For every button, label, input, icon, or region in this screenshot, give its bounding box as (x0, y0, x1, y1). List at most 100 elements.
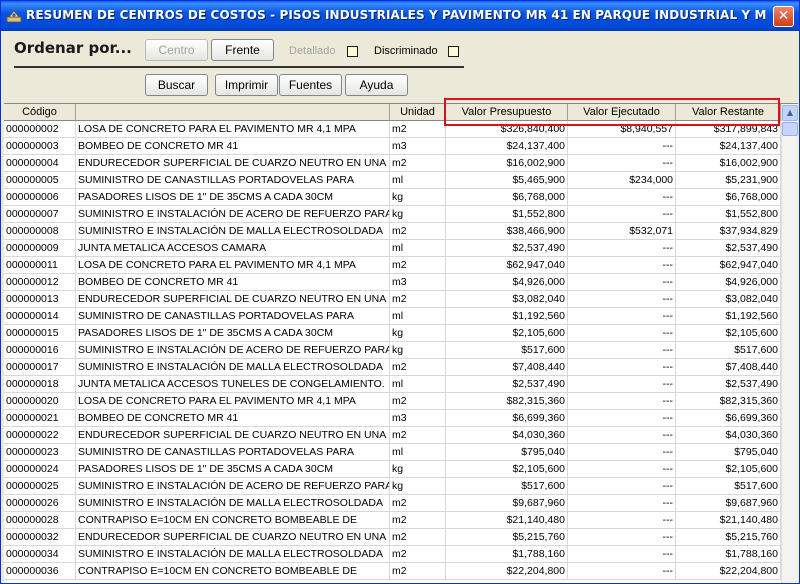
table-row[interactable]: 000000004 ENDURECEDOR SUPERFICIAL DE CUAR… (4, 155, 781, 172)
cell-valor-restante: $2,105,600 (676, 461, 781, 478)
cell-unidad: ml (390, 308, 446, 325)
table-row[interactable]: 000000006 PASADORES LISOS DE 1" DE 35CMS … (4, 189, 781, 206)
table-row[interactable]: 000000021 BOMBEO DE CONCRETO MR 41 m3 $6,69… (4, 410, 781, 427)
cell-valor-ejecutado: --- (568, 342, 676, 359)
cell-descripcion: ENDURECEDOR SUPERFICIAL DE CUARZO NEUTRO… (76, 427, 390, 444)
cell-valor-ejecutado: --- (568, 512, 676, 529)
cell-valor-restante: $62,947,040 (676, 257, 781, 274)
cell-codigo: 000000015 (4, 325, 76, 342)
table-row[interactable]: 000000003 BOMBEO DE CONCRETO MR 41 m3 $24,1… (4, 138, 781, 155)
imprimir-button[interactable]: Imprimir (215, 74, 278, 96)
table-row[interactable]: 000000013 ENDURECEDOR SUPERFICIAL DE CUAR… (4, 291, 781, 308)
cell-unidad: m2 (390, 155, 446, 172)
cell-unidad: ml (390, 240, 446, 257)
discriminado-label: Discriminado (374, 45, 438, 57)
cell-descripcion: SUMINISTRO E INSTALACIÓN DE MALLA ELECTR… (76, 546, 390, 563)
table-row[interactable]: 000000018 JUNTA METALICA ACCESOS TUNELES … (4, 376, 781, 393)
cell-valor-restante: $22,204,800 (676, 563, 781, 580)
cell-valor-presupuesto: $2,537,490 (446, 376, 568, 393)
table-row[interactable]: 000000015 PASADORES LISOS DE 1" DE 35CMS … (4, 325, 781, 342)
cell-descripcion: SUMINISTRO E INSTALACIÓN DE MALLA ELECTR… (76, 495, 390, 512)
cell-valor-presupuesto: $21,140,480 (446, 512, 568, 529)
cell-valor-presupuesto: $24,137,400 (446, 138, 568, 155)
cell-codigo: 000000032 (4, 529, 76, 546)
cell-codigo: 000000024 (4, 461, 76, 478)
cell-codigo: 000000025 (4, 478, 76, 495)
table-row[interactable]: 000000024 PASADORES LISOS DE 1" DE 35CMS … (4, 461, 781, 478)
table-row[interactable]: 000000036 CONTRAPISO E=10CM EN CONCRETO B… (4, 563, 781, 580)
cell-valor-ejecutado: --- (568, 138, 676, 155)
cell-valor-presupuesto: $7,408,440 (446, 359, 568, 376)
cell-valor-presupuesto: $9,687,960 (446, 495, 568, 512)
centro-button[interactable]: Centro (145, 39, 208, 61)
table-row[interactable]: 000000034 SUMINISTRO E INSTALACIÓN DE MAL… (4, 546, 781, 563)
table-row[interactable]: 000000014 SUMINISTRO DE CANASTILLAS PORTA… (4, 308, 781, 325)
table-row[interactable]: 000000032 ENDURECEDOR SUPERFICIAL DE CUAR… (4, 529, 781, 546)
header-descripcion[interactable] (76, 104, 390, 121)
table-row[interactable]: 000000007 SUMINISTRO E INSTALACIÓN DE ACE… (4, 206, 781, 223)
table-row[interactable]: 000000009 JUNTA METALICA ACCESOS CAMARA ml… (4, 240, 781, 257)
cell-codigo: 000000014 (4, 308, 76, 325)
scroll-thumb[interactable] (782, 122, 798, 136)
cell-unidad: ml (390, 172, 446, 189)
cell-valor-presupuesto: $62,947,040 (446, 257, 568, 274)
cell-codigo: 000000002 (4, 121, 76, 138)
table-row[interactable]: 000000025 SUMINISTRO E INSTALACIÓN DE ACE… (4, 478, 781, 495)
cell-valor-restante: $1,192,560 (676, 308, 781, 325)
cell-valor-presupuesto: $2,537,490 (446, 240, 568, 257)
table-row[interactable]: 000000011 LOSA DE CONCRETO PARA EL PAVIME… (4, 257, 781, 274)
title-bar[interactable]: RESUMEN DE CENTROS DE COSTOS - PISOS IND… (1, 1, 799, 31)
cell-valor-ejecutado: --- (568, 325, 676, 342)
cell-valor-restante: $795,040 (676, 444, 781, 461)
cell-valor-ejecutado: --- (568, 427, 676, 444)
close-button[interactable]: ✕ (773, 6, 794, 27)
cell-unidad: m2 (390, 223, 446, 240)
cell-descripcion: PASADORES LISOS DE 1" DE 35CMS A CADA 30… (76, 325, 390, 342)
scroll-up-icon[interactable]: ▲ (782, 105, 798, 121)
table-row[interactable]: 000000005 SUMINISTRO DE CANASTILLAS PORTA… (4, 172, 781, 189)
cell-codigo: 000000021 (4, 410, 76, 427)
cell-descripcion: ENDURECEDOR SUPERFICIAL DE CUARZO NEUTRO… (76, 291, 390, 308)
cell-descripcion: SUMINISTRO DE CANASTILLAS PORTADOVELAS P… (76, 172, 390, 189)
cell-descripcion: SUMINISTRO E INSTALACIÓN DE MALLA ELECTR… (76, 359, 390, 376)
table-row[interactable]: 000000028 CONTRAPISO E=10CM EN CONCRETO B… (4, 512, 781, 529)
vertical-scrollbar[interactable]: ▲ (781, 104, 798, 583)
ayuda-button[interactable]: Ayuda (345, 74, 408, 96)
buscar-button[interactable]: Buscar (145, 74, 208, 96)
header-codigo[interactable]: Código (4, 104, 76, 121)
detallado-checkbox[interactable] (347, 46, 358, 57)
table-row[interactable]: 000000023 SUMINISTRO DE CANASTILLAS PORTA… (4, 444, 781, 461)
cell-descripcion: SUMINISTRO DE CANASTILLAS PORTADOVELAS P… (76, 444, 390, 461)
cell-codigo: 000000007 (4, 206, 76, 223)
table-row[interactable]: 000000012 BOMBEO DE CONCRETO MR 41 m3 $4,92… (4, 274, 781, 291)
cell-valor-ejecutado: --- (568, 393, 676, 410)
cell-valor-presupuesto: $6,699,360 (446, 410, 568, 427)
table-row[interactable]: 000000026 SUMINISTRO E INSTALACIÓN DE MAL… (4, 495, 781, 512)
table-row[interactable]: 000000020 LOSA DE CONCRETO PARA EL PAVIME… (4, 393, 781, 410)
cell-descripcion: SUMINISTRO E INSTALACIÓN DE ACERO DE REF… (76, 206, 390, 223)
cell-valor-presupuesto: $22,204,800 (446, 563, 568, 580)
cell-descripcion: BOMBEO DE CONCRETO MR 41 (76, 410, 390, 427)
cell-unidad: kg (390, 189, 446, 206)
cell-unidad: kg (390, 461, 446, 478)
cell-valor-presupuesto: $82,315,360 (446, 393, 568, 410)
fuentes-button[interactable]: Fuentes (279, 74, 342, 96)
table-row[interactable]: 000000022 ENDURECEDOR SUPERFICIAL DE CUAR… (4, 427, 781, 444)
cell-descripcion: PASADORES LISOS DE 1" DE 35CMS A CADA 30… (76, 461, 390, 478)
header-unidad[interactable]: Unidad (390, 104, 446, 121)
cell-codigo: 000000023 (4, 444, 76, 461)
cell-valor-presupuesto: $4,030,360 (446, 427, 568, 444)
frente-button[interactable]: Frente (211, 39, 274, 61)
table-row[interactable]: 000000016 SUMINISTRO E INSTALACIÓN DE ACE… (4, 342, 781, 359)
cell-valor-presupuesto: $4,926,000 (446, 274, 568, 291)
cell-unidad: m2 (390, 427, 446, 444)
cell-valor-presupuesto: $517,600 (446, 342, 568, 359)
discriminado-checkbox[interactable] (448, 46, 459, 57)
cell-valor-restante: $4,926,000 (676, 274, 781, 291)
cell-codigo: 000000003 (4, 138, 76, 155)
table-row[interactable]: 000000008 SUMINISTRO E INSTALACIÓN DE MAL… (4, 223, 781, 240)
cell-valor-ejecutado: --- (568, 257, 676, 274)
cell-unidad: kg (390, 325, 446, 342)
table-row[interactable]: 000000017 SUMINISTRO E INSTALACIÓN DE MAL… (4, 359, 781, 376)
cell-valor-restante: $517,600 (676, 478, 781, 495)
